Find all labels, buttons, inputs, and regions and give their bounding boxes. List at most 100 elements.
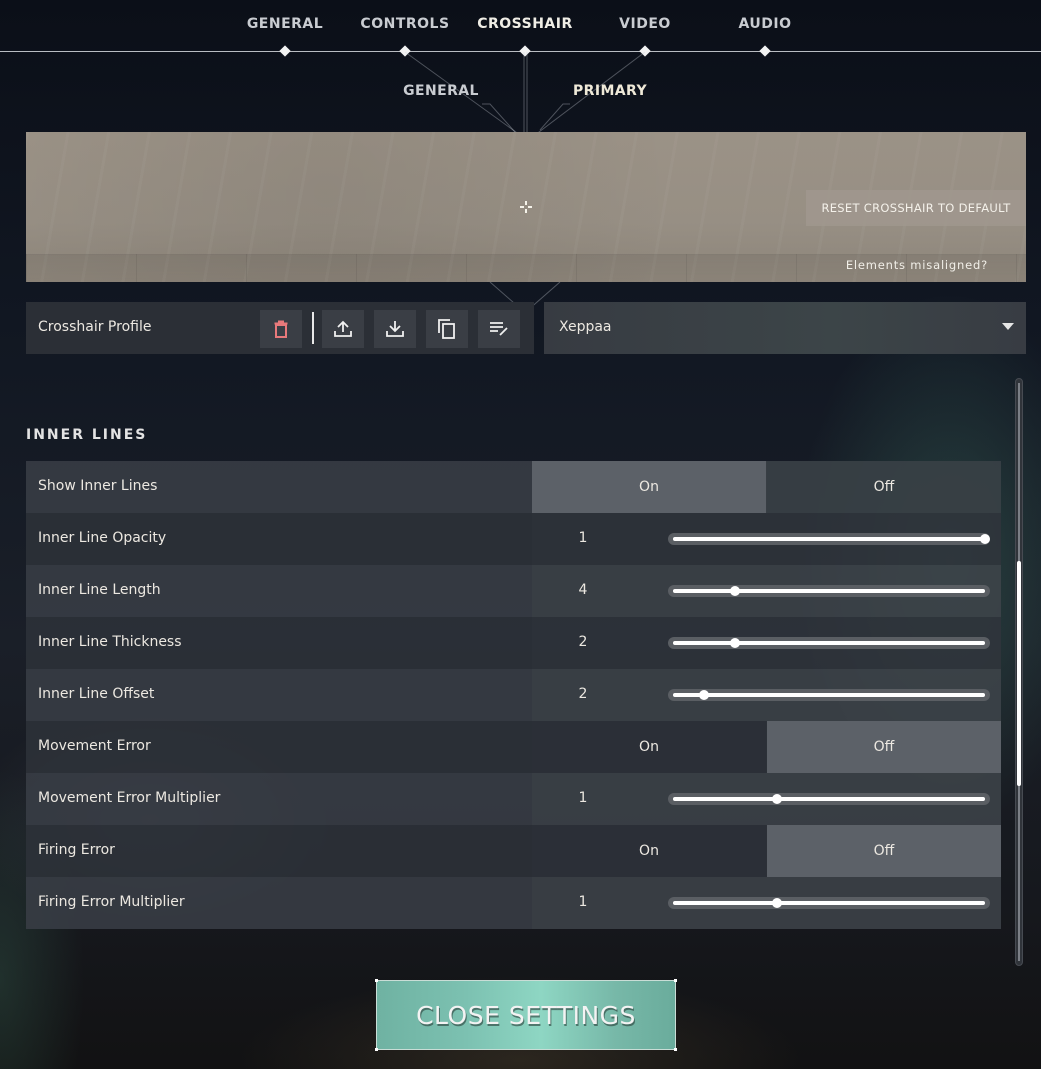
setting-row-inner-line-opacity: Inner Line Opacity 1 [26,513,1001,565]
slider-track [673,797,985,801]
setting-label: Firing Error [38,842,115,858]
setting-slider[interactable] [668,533,990,545]
close-settings-button[interactable]: CLOSE SETTINGS [375,979,677,1051]
duplicate-profile-button[interactable] [426,310,468,348]
corner-marker-icon [674,979,677,982]
slider-group: 1 [532,513,1001,565]
setting-row-inner-line-length: Inner Line Length 4 [26,565,1001,617]
setting-value[interactable]: 1 [532,894,634,910]
setting-row-movement-error: Movement Error On Off [26,721,1001,773]
slider-group: 2 [532,669,1001,721]
rename-profile-button[interactable] [478,310,520,348]
subtab-general[interactable]: GENERAL [403,83,479,99]
toolbar-separator [312,312,314,344]
toggle-on-button[interactable]: On [532,721,766,773]
tab-marker-icon [519,45,531,57]
upload-icon [334,320,352,337]
tab-video[interactable]: VIDEO [619,16,671,32]
toggle-off-button[interactable]: Off [767,461,1001,513]
setting-label: Firing Error Multiplier [38,894,185,910]
slider-thumb[interactable] [730,638,741,648]
setting-value[interactable]: 4 [532,582,634,598]
setting-row-firing-error-multiplier: Firing Error Multiplier 1 [26,877,1001,929]
slider-track [673,537,985,541]
slider-thumb[interactable] [771,794,782,804]
toggle-group: On Off [532,825,1001,877]
tab-marker-icon [279,45,291,57]
tab-marker-icon [639,45,651,57]
setting-row-firing-error: Firing Error On Off [26,825,1001,877]
edit-list-icon [490,322,508,336]
setting-value[interactable]: 2 [532,686,634,702]
settings-list: Show Inner Lines On Off Inner Line Opaci… [26,461,1001,929]
crosshair-preview: RESET CROSSHAIR TO DEFAULT Elements misa… [26,132,1026,282]
close-settings-label: CLOSE SETTINGS [416,1000,636,1030]
toggle-off-button[interactable]: Off [767,825,1001,877]
setting-slider[interactable] [668,585,990,597]
setting-label: Inner Line Offset [38,686,155,702]
slider-group: 4 [532,565,1001,617]
setting-row-inner-line-thickness: Inner Line Thickness 2 [26,617,1001,669]
toggle-on-button[interactable]: On [532,825,766,877]
download-icon [386,321,404,337]
tab-crosshair[interactable]: CROSSHAIR [477,16,573,32]
settings-scrollbar[interactable] [1015,378,1023,966]
profile-dropdown[interactable]: Xeppaa [544,302,1026,354]
slider-track [673,901,985,905]
setting-label: Movement Error [38,738,151,754]
profile-dropdown-value: Xeppaa [559,319,612,335]
delete-profile-button[interactable] [260,310,302,348]
toggle-on-button[interactable]: On [532,461,766,513]
corner-marker-icon [375,1048,378,1051]
slider-thumb[interactable] [771,898,782,908]
setting-label: Show Inner Lines [38,478,158,494]
trash-icon [274,320,288,338]
setting-row-inner-line-offset: Inner Line Offset 2 [26,669,1001,721]
setting-label: Movement Error Multiplier [38,790,221,806]
profile-actions-panel: Crosshair Profile [26,302,534,354]
slider-track [673,693,985,697]
slider-group: 1 [532,877,1001,929]
setting-label: Inner Line Thickness [38,634,182,650]
tab-marker-icon [759,45,771,57]
setting-label: Inner Line Length [38,582,161,598]
slider-track [673,589,985,593]
setting-value[interactable]: 1 [532,790,634,806]
toggle-group: On Off [532,461,1001,513]
chevron-down-icon [1002,323,1014,330]
subtab-primary[interactable]: PRIMARY [573,83,647,99]
setting-label: Inner Line Opacity [38,530,167,546]
scrollbar-thumb[interactable] [1017,560,1021,787]
slider-group: 2 [532,617,1001,669]
slider-thumb[interactable] [699,690,710,700]
setting-slider[interactable] [668,689,990,701]
section-title: INNER LINES [26,427,148,443]
setting-slider[interactable] [668,637,990,649]
tab-audio[interactable]: AUDIO [738,16,791,32]
slider-thumb[interactable] [730,586,741,596]
profile-label: Crosshair Profile [38,319,152,335]
slider-thumb[interactable] [980,534,990,544]
slider-track [673,641,985,645]
export-profile-button[interactable] [322,310,364,348]
import-profile-button[interactable] [374,310,416,348]
toggle-off-button[interactable]: Off [767,721,1001,773]
corner-marker-icon [674,1048,677,1051]
setting-value[interactable]: 2 [532,634,634,650]
setting-row-movement-error-multiplier: Movement Error Multiplier 1 [26,773,1001,825]
copy-icon [438,319,455,339]
reset-crosshair-button[interactable]: RESET CROSSHAIR TO DEFAULT [806,190,1026,226]
tab-controls[interactable]: CONTROLS [360,16,449,32]
crosshair-icon [520,201,532,213]
tab-marker-icon [399,45,411,57]
setting-slider[interactable] [668,897,990,909]
setting-row-show-inner-lines: Show Inner Lines On Off [26,461,1001,513]
setting-value[interactable]: 1 [532,530,634,546]
toggle-group: On Off [532,721,1001,773]
top-nav: GENERAL CONTROLS CROSSHAIR VIDEO AUDIO [0,0,1041,60]
slider-group: 1 [532,773,1001,825]
setting-slider[interactable] [668,793,990,805]
elements-misaligned-link[interactable]: Elements misaligned? [846,258,988,272]
tab-general[interactable]: GENERAL [247,16,323,32]
crosshair-profile-bar: Crosshair Profile Xeppaa [26,302,1026,354]
